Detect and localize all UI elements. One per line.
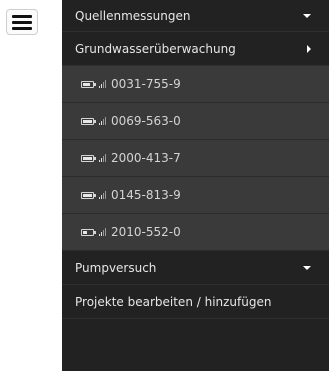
hamburger-menu-button[interactable] xyxy=(6,9,38,35)
well-item[interactable]: 0145-813-9 xyxy=(62,177,329,214)
battery-icon xyxy=(81,117,96,125)
well-id: 0031-755-9 xyxy=(111,77,181,91)
well-id: 2010-552-0 xyxy=(111,225,181,239)
well-item[interactable]: 2000-413-7 xyxy=(62,140,329,177)
well-id: 2000-413-7 xyxy=(111,151,181,165)
menu-item-quellenmessungen[interactable]: Quellenmessungen xyxy=(62,0,329,32)
well-item[interactable]: 0069-563-0 xyxy=(62,103,329,140)
well-id: 0069-563-0 xyxy=(111,114,181,128)
menu-item-label: Quellenmessungen xyxy=(75,8,191,23)
menu-item-grundwasserueberwachung[interactable]: Grundwasserüberwachung xyxy=(62,32,329,66)
menu-item-label: Grundwasserüberwachung xyxy=(75,41,236,56)
menu-item-label: Pumpversuch xyxy=(75,260,157,275)
caret-down-icon xyxy=(303,13,311,18)
menu-bar-icon xyxy=(12,20,32,24)
well-item[interactable]: 0031-755-9 xyxy=(62,66,329,103)
battery-icon xyxy=(81,154,96,162)
menu-bar-icon xyxy=(12,26,32,30)
well-item[interactable]: 2010-552-0 xyxy=(62,214,329,251)
side-menu: Quellenmessungen Grundwasserüberwachung … xyxy=(62,0,329,371)
caret-right-icon xyxy=(307,44,311,53)
menu-item-label: Projekte bearbeiten / hinzufügen xyxy=(75,294,272,309)
signal-strength-icon xyxy=(99,117,106,125)
caret-down-icon xyxy=(303,265,311,270)
well-id: 0145-813-9 xyxy=(111,188,181,202)
signal-strength-icon xyxy=(99,191,106,199)
battery-icon xyxy=(81,80,96,88)
battery-icon xyxy=(81,228,96,236)
signal-strength-icon xyxy=(99,228,106,236)
menu-item-projekte-bearbeiten[interactable]: Projekte bearbeiten / hinzufügen xyxy=(62,285,329,319)
signal-strength-icon xyxy=(99,80,106,88)
battery-icon xyxy=(81,191,96,199)
menu-bar-icon xyxy=(12,14,32,18)
signal-strength-icon xyxy=(99,154,106,162)
menu-item-pumpversuch[interactable]: Pumpversuch xyxy=(62,251,329,285)
